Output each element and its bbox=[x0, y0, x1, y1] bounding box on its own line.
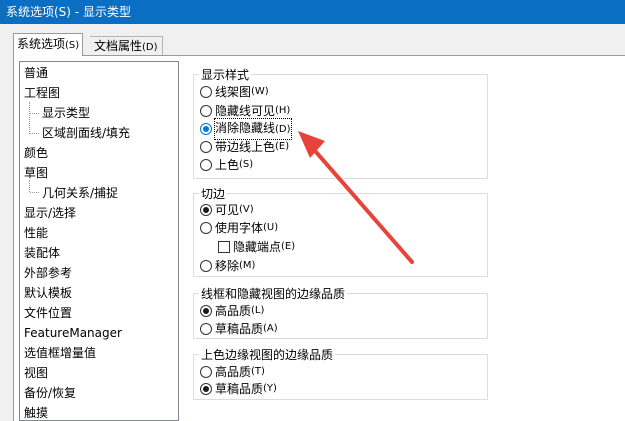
radio-label: 可见 bbox=[215, 203, 240, 217]
tab-hotkey: (S) bbox=[65, 40, 80, 51]
radio-label: 消除隐藏线 bbox=[215, 121, 276, 135]
radio-hotkey: (S) bbox=[239, 159, 254, 170]
checkbox-label: 隐藏端点 bbox=[233, 240, 282, 254]
tree-connector bbox=[29, 180, 30, 192]
tree-item-touch[interactable]: 触摸 bbox=[24, 403, 48, 421]
radio-wireframe-high-quality[interactable]: 高品质 (L) bbox=[200, 302, 264, 320]
radio-hotkey: (L) bbox=[251, 305, 265, 316]
tree-item-view[interactable]: 视图 bbox=[24, 363, 48, 383]
tree-item-file-locations[interactable]: 文件位置 bbox=[24, 303, 72, 323]
tree-item-featuremanager[interactable]: FeatureManager bbox=[24, 323, 122, 343]
radio-hotkey: (U) bbox=[263, 222, 279, 233]
tree-connector bbox=[29, 102, 30, 134]
shaded-quality-legend: 上色边缘视图的边缘品质 bbox=[199, 348, 336, 362]
tree-connector bbox=[30, 113, 39, 114]
radio-label: 高品质 bbox=[215, 304, 252, 318]
radio-hotkey: (A) bbox=[263, 323, 278, 334]
tree-item-performance[interactable]: 性能 bbox=[24, 223, 48, 243]
radio-hotkey: (V) bbox=[239, 204, 254, 215]
radio-wireframe[interactable]: 线架图 (W) bbox=[200, 83, 269, 101]
tree-item-drawings[interactable]: 工程图 bbox=[24, 83, 60, 103]
tree-item-relations-snaps[interactable]: 几何关系/捕捉 bbox=[42, 183, 118, 203]
tree-item-area-hatch[interactable]: 区域剖面线/填充 bbox=[42, 123, 130, 143]
checkbox-hide-end-points[interactable]: 隐藏端点 (E) bbox=[218, 238, 295, 256]
tree-item-colors[interactable]: 颜色 bbox=[24, 143, 48, 163]
radio-hotkey: (H) bbox=[275, 105, 291, 116]
radio-label: 移除 bbox=[215, 259, 240, 273]
radio-hidden-lines-removed[interactable]: 消除隐藏线(D) bbox=[200, 118, 292, 140]
tree-item-backup-recover[interactable]: 备份/恢复 bbox=[24, 383, 76, 403]
radio-tangent-removed[interactable]: 移除 (M) bbox=[200, 257, 255, 275]
radio-button[interactable] bbox=[200, 86, 212, 98]
radio-shaded-draft-quality[interactable]: 草稿品质 (Y) bbox=[200, 380, 277, 398]
radio-label: 高品质 bbox=[215, 365, 252, 379]
radio-shaded-with-edges[interactable]: 带边线上色 (E) bbox=[200, 138, 289, 156]
radio-button[interactable] bbox=[200, 141, 212, 153]
radio-hotkey: (W) bbox=[251, 86, 269, 97]
radio-hotkey: (D) bbox=[275, 124, 291, 135]
tab-system-options[interactable]: 系统选项(S) bbox=[13, 33, 84, 56]
radio-label-focused: 消除隐藏线(D) bbox=[214, 118, 292, 140]
radio-button[interactable] bbox=[200, 366, 212, 378]
checkbox-hotkey: (E) bbox=[281, 241, 296, 252]
radio-button[interactable] bbox=[200, 260, 212, 272]
radio-label: 草稿品质 bbox=[215, 322, 264, 336]
radio-button[interactable] bbox=[200, 159, 212, 171]
radio-tangent-use-font[interactable]: 使用字体 (U) bbox=[200, 219, 278, 237]
tree-item-default-templates[interactable]: 默认模板 bbox=[24, 283, 72, 303]
tree-item-sketch[interactable]: 草图 bbox=[24, 163, 48, 183]
tab-document-properties[interactable]: 文档属性(D) bbox=[90, 36, 163, 55]
radio-label: 线架图 bbox=[215, 85, 252, 99]
tree-item-spin-box-increments[interactable]: 选值框增量值 bbox=[24, 343, 96, 363]
radio-label: 使用字体 bbox=[215, 221, 264, 235]
tab-label: 系统选项 bbox=[17, 37, 66, 51]
radio-hotkey: (M) bbox=[239, 260, 256, 271]
display-style-legend: 显示样式 bbox=[199, 68, 252, 82]
radio-button[interactable] bbox=[200, 105, 212, 117]
tangent-edges-legend: 切边 bbox=[199, 187, 228, 201]
radio-wireframe-draft-quality[interactable]: 草稿品质 (A) bbox=[200, 320, 278, 338]
radio-button[interactable] bbox=[200, 204, 212, 216]
radio-hotkey: (E) bbox=[275, 141, 290, 152]
wireframe-quality-legend: 线框和隐藏视图的边缘品质 bbox=[199, 287, 348, 301]
radio-tangent-visible[interactable]: 可见 (V) bbox=[200, 201, 254, 219]
radio-label: 草稿品质 bbox=[215, 382, 264, 396]
tab-label: 文档属性 bbox=[94, 39, 143, 53]
window-title: 系统选项(S) - 显示类型 bbox=[0, 0, 625, 24]
tree-item-assemblies[interactable]: 装配体 bbox=[24, 243, 60, 263]
radio-button[interactable] bbox=[200, 323, 212, 335]
tree-connector bbox=[30, 192, 39, 193]
tab-hotkey: (D) bbox=[142, 42, 158, 53]
tree-item-display-type[interactable]: 显示类型 bbox=[42, 103, 90, 123]
radio-hotkey: (Y) bbox=[263, 383, 277, 394]
radio-hidden-lines-visible[interactable]: 隐藏线可见 (H) bbox=[200, 102, 290, 120]
radio-button[interactable] bbox=[200, 305, 212, 317]
radio-label: 隐藏线可见 bbox=[215, 104, 276, 118]
radio-label: 上色 bbox=[215, 158, 240, 172]
radio-hotkey: (T) bbox=[251, 366, 265, 377]
checkbox-box[interactable] bbox=[218, 241, 230, 253]
tree-connector bbox=[30, 133, 39, 134]
radio-label: 带边线上色 bbox=[215, 140, 276, 154]
tree-item-display-selection[interactable]: 显示/选择 bbox=[24, 203, 76, 223]
radio-button[interactable] bbox=[200, 123, 212, 135]
radio-button[interactable] bbox=[200, 383, 212, 395]
radio-shaded-high-quality[interactable]: 高品质 (T) bbox=[200, 363, 265, 381]
tree-item-general[interactable]: 普通 bbox=[24, 63, 48, 83]
radio-button[interactable] bbox=[200, 222, 212, 234]
tree-item-external-references[interactable]: 外部参考 bbox=[24, 263, 72, 283]
radio-shaded[interactable]: 上色 (S) bbox=[200, 156, 253, 174]
